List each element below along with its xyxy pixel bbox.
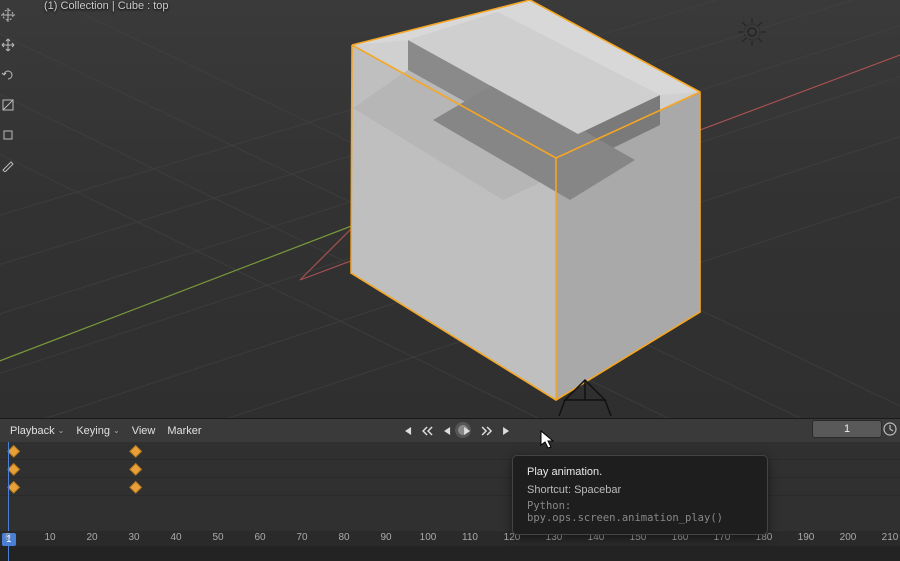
tool-rotate-icon[interactable] bbox=[0, 62, 16, 88]
tooltip-play-animation: Play animation. Shortcut: Spacebar Pytho… bbox=[512, 455, 768, 535]
cube-mesh[interactable] bbox=[0, 0, 900, 418]
ruler-tick: 50 bbox=[212, 532, 223, 543]
tool-move-icon[interactable] bbox=[0, 32, 16, 58]
keyframe[interactable] bbox=[7, 481, 20, 494]
chevron-down-icon: ⌄ bbox=[58, 426, 65, 435]
tool-transform-icon[interactable] bbox=[0, 122, 16, 148]
play-reverse-button[interactable] bbox=[438, 422, 456, 440]
ruler-tick: 10 bbox=[44, 532, 55, 543]
ruler-tick: 40 bbox=[170, 532, 181, 543]
tooltip-shortcut: Shortcut: Spacebar bbox=[527, 484, 753, 496]
ruler-tick: 20 bbox=[86, 532, 97, 543]
current-frame-input[interactable]: 1 bbox=[812, 420, 882, 438]
tool-annotate-icon[interactable] bbox=[0, 152, 16, 178]
ruler-tick: 90 bbox=[380, 532, 391, 543]
keyframe-prev-button[interactable] bbox=[418, 422, 436, 440]
tooltip-python: Python: bpy.ops.screen.animation_play() bbox=[527, 500, 753, 524]
keying-menu[interactable]: Keying⌄ bbox=[70, 422, 125, 440]
viewport-3d[interactable]: (1) Collection | Cube : top bbox=[0, 0, 900, 418]
ruler-tick: 60 bbox=[254, 532, 265, 543]
play-forward-button[interactable] bbox=[458, 422, 476, 440]
keyframe[interactable] bbox=[7, 445, 20, 458]
keyframe[interactable] bbox=[129, 445, 142, 458]
tool-scale-icon[interactable] bbox=[0, 92, 16, 118]
ruler-tick: 100 bbox=[420, 532, 437, 543]
ruler-tick: 80 bbox=[338, 532, 349, 543]
viewport-toolbar-left bbox=[0, 0, 18, 180]
chevron-down-icon: ⌄ bbox=[113, 426, 120, 435]
ruler-tick: 200 bbox=[840, 532, 857, 543]
camera-gizmo[interactable] bbox=[555, 378, 615, 418]
view-menu[interactable]: View bbox=[126, 422, 162, 440]
keyframe-next-button[interactable] bbox=[478, 422, 496, 440]
jump-end-button[interactable] bbox=[498, 422, 516, 440]
ruler-tick: 110 bbox=[462, 532, 478, 543]
breadcrumb: (1) Collection | Cube : top bbox=[44, 0, 169, 12]
ruler-tick: 190 bbox=[798, 532, 815, 543]
jump-start-button[interactable] bbox=[398, 422, 416, 440]
playback-menu[interactable]: Playback⌄ bbox=[4, 422, 70, 440]
ruler-tick: 0 bbox=[5, 532, 11, 543]
tooltip-title: Play animation. bbox=[527, 466, 753, 478]
light-gizmo[interactable] bbox=[738, 18, 766, 46]
keyframe[interactable] bbox=[129, 463, 142, 476]
keyframe[interactable] bbox=[129, 481, 142, 494]
timeline-header: Playback⌄ Keying⌄ View Marker 1 bbox=[0, 418, 900, 442]
clock-icon[interactable] bbox=[882, 421, 898, 437]
keyframe[interactable] bbox=[7, 463, 20, 476]
playback-controls bbox=[398, 422, 516, 440]
tool-cursor-icon[interactable] bbox=[0, 2, 16, 28]
ruler-tick: 210 bbox=[882, 532, 899, 543]
marker-menu[interactable]: Marker bbox=[161, 422, 207, 440]
ruler-tick: 70 bbox=[296, 532, 307, 543]
ruler-tick: 30 bbox=[128, 532, 139, 543]
